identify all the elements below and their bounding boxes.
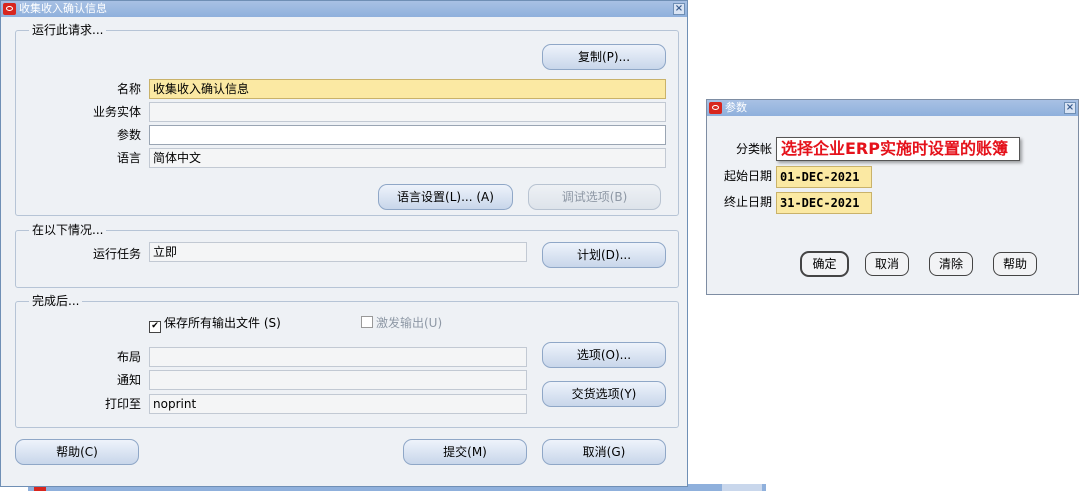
notify-field[interactable] [149,370,527,390]
language-label: 语言 [116,151,141,165]
cancel-button[interactable]: 取消(G) [542,439,666,465]
options-button[interactable]: 选项(O)... [542,342,666,368]
dialog-title-bar[interactable]: 参数 × [707,100,1078,116]
window-title: 收集收入确认信息 [19,2,107,15]
language-field[interactable]: 简体中文 [149,148,666,168]
run-job-label: 运行任务 [92,247,141,261]
dialog-help-button[interactable]: 帮助 [993,252,1037,276]
run-request-group-title: 运行此请求... [29,23,107,37]
copy-button[interactable]: 复制(P)... [542,44,666,70]
end-date-field[interactable]: 31-DEC-2021 [776,192,872,214]
close-icon[interactable]: × [673,3,685,15]
end-date-label: 终止日期 [723,195,772,209]
window-controls-icon[interactable] [722,484,762,491]
burst-output-label: 激发输出(U) [376,316,443,330]
name-field[interactable]: 收集收入确认信息 [149,79,666,99]
print-to-label: 打印至 [104,397,141,411]
run-job-field[interactable]: 立即 [149,242,527,262]
dialog-title: 参数 [725,101,747,114]
submit-request-window: 收集收入确认信息 × 运行此请求... 复制(P)... 名称 收集收入确认信息… [0,0,688,487]
save-output-checkbox[interactable]: ✔ 保存所有输出文件 (S) [149,315,281,333]
ledger-label: 分类帐 [735,142,772,156]
submit-button[interactable]: 提交(M) [403,439,527,465]
layout-field[interactable] [149,347,527,367]
start-date-field[interactable]: 01-DEC-2021 [776,166,872,188]
save-output-label: 保存所有输出文件 (S) [164,316,281,330]
completion-group-title: 完成后... [29,294,83,308]
close-icon[interactable]: × [1064,102,1076,114]
language-settings-button[interactable]: 语言设置(L)... (A) [378,184,513,210]
oracle-logo-icon [709,102,722,114]
clear-button[interactable]: 清除 [929,252,973,276]
ok-button[interactable]: 确定 [801,252,848,276]
params-field[interactable] [149,125,666,145]
ledger-field[interactable]: 选择企业ERP实施时设置的账簿 [776,137,1020,161]
print-to-field[interactable]: noprint [149,394,527,414]
schedule-group-title: 在以下情况... [29,223,107,237]
org-label: 业务实体 [92,105,141,119]
debug-options-button[interactable]: 调试选项(B) [528,184,661,210]
help-button[interactable]: 帮助(C) [15,439,139,465]
layout-label: 布局 [116,350,141,364]
checkbox-unchecked-icon[interactable] [361,316,373,328]
checkbox-checked-icon[interactable]: ✔ [149,321,161,333]
burst-output-checkbox[interactable]: 激发输出(U) [361,315,442,331]
ledger-value: 选择企业ERP实施时设置的账簿 [781,139,1008,158]
dialog-cancel-button[interactable]: 取消 [865,252,909,276]
window-title-bar[interactable]: 收集收入确认信息 × [1,1,687,17]
org-field[interactable] [149,102,666,122]
schedule-button[interactable]: 计划(D)... [542,242,666,268]
notify-label: 通知 [116,373,141,387]
oracle-logo-icon [3,3,16,15]
params-label: 参数 [116,128,141,142]
parameters-dialog: 参数 × 分类帐 选择企业ERP实施时设置的账簿 起始日期 01-DEC-202… [706,99,1079,295]
delivery-options-button[interactable]: 交货选项(Y) [542,381,666,407]
name-label: 名称 [116,82,141,96]
start-date-label: 起始日期 [723,169,772,183]
